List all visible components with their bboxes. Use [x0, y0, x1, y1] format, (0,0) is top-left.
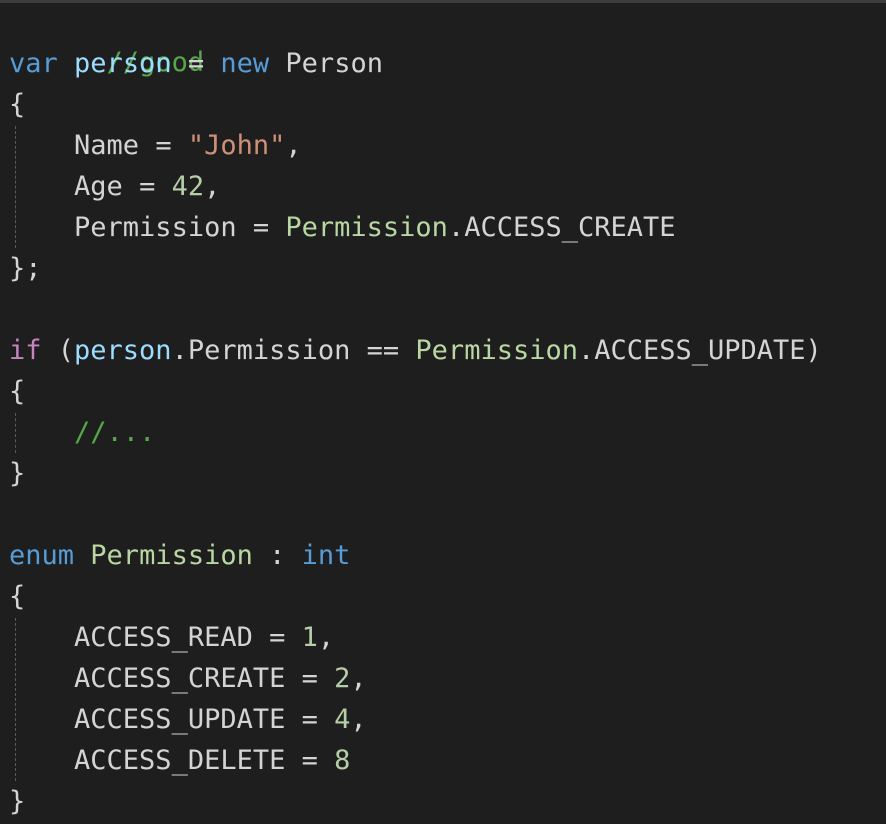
- comment-token: //...: [74, 417, 156, 448]
- code-line-1[interactable]: //good: [9, 3, 205, 78]
- punctuation-token: ,: [204, 171, 221, 202]
- keyword-token: enum: [9, 540, 75, 571]
- member-token: .ACCESS_UPDATE): [577, 335, 822, 366]
- enum-member-token: ACCESS_DELETE: [74, 745, 286, 776]
- code-line-20[interactable]: }: [9, 782, 25, 822]
- code-line-7[interactable]: };: [9, 249, 42, 289]
- code-line-18[interactable]: ACCESS_UPDATE = 4,: [9, 700, 367, 740]
- code-line-2[interactable]: var person = new Person: [9, 44, 383, 84]
- variable-token: person: [74, 335, 172, 366]
- number-token: 1: [301, 622, 318, 653]
- keyword-token: if: [9, 335, 42, 366]
- punctuation-token: ,: [350, 663, 367, 694]
- number-token: 4: [334, 704, 351, 735]
- brace-token: {: [9, 376, 26, 407]
- punctuation-token: ,: [285, 130, 302, 161]
- property-token: Permission: [74, 212, 237, 243]
- operator-token: =: [285, 745, 335, 776]
- code-line-9[interactable]: if (person.Permission == Permission.ACCE…: [9, 331, 822, 371]
- type-token: Permission: [90, 540, 253, 571]
- brace-token: }: [9, 458, 26, 489]
- operator-token: =: [139, 130, 188, 161]
- brace-token: }: [9, 786, 26, 817]
- code-line-4[interactable]: Name = "John",: [9, 126, 302, 166]
- keyword-token: new: [220, 48, 270, 79]
- enum-member-token: ACCESS_CREATE: [74, 663, 286, 694]
- code-line-15[interactable]: {: [9, 577, 25, 617]
- operator-token: =: [285, 663, 335, 694]
- number-token: 8: [334, 745, 351, 776]
- paren-token: (: [41, 335, 75, 366]
- punctuation-token: ,: [317, 622, 335, 653]
- punctuation-token: ,: [350, 704, 367, 735]
- code-line-5[interactable]: Age = 42,: [9, 167, 220, 207]
- number-token: 42: [171, 171, 205, 202]
- operator-token: =: [252, 622, 302, 653]
- code-line-17[interactable]: ACCESS_CREATE = 2,: [9, 659, 367, 699]
- member-token: .ACCESS_CREATE: [447, 212, 676, 243]
- operator-token: :: [252, 540, 302, 571]
- enum-member-token: ACCESS_UPDATE: [74, 704, 286, 735]
- operator-token: =: [236, 212, 286, 243]
- number-token: 2: [334, 663, 351, 694]
- brace-token: {: [9, 581, 26, 612]
- code-line-3[interactable]: {: [9, 85, 25, 125]
- property-token: Age: [74, 171, 123, 202]
- property-token: Name: [74, 130, 140, 161]
- code-line-6[interactable]: Permission = Permission.ACCESS_CREATE: [9, 208, 676, 248]
- operator-token: ==: [350, 335, 416, 366]
- variable-token: person: [74, 48, 172, 79]
- code-line-12[interactable]: }: [9, 454, 25, 494]
- code-line-10[interactable]: {: [9, 372, 25, 412]
- brace-token: };: [9, 253, 42, 284]
- code-line-19[interactable]: ACCESS_DELETE = 8: [9, 741, 350, 781]
- brace-token: {: [9, 89, 26, 120]
- operator-token: =: [122, 171, 172, 202]
- enum-member-token: ACCESS_READ: [74, 622, 253, 653]
- code-line-14[interactable]: enum Permission : int: [9, 536, 350, 576]
- string-token: "John": [187, 130, 286, 161]
- code-line-16[interactable]: ACCESS_READ = 1,: [9, 618, 334, 658]
- code-line-11[interactable]: //...: [9, 413, 155, 453]
- type-token: Permission: [415, 335, 578, 366]
- operator-token: =: [285, 704, 335, 735]
- code-editor[interactable]: //good var person = new Person { Name = …: [0, 0, 886, 824]
- operator-token: =: [171, 48, 221, 79]
- keyword-token: int: [301, 540, 351, 571]
- member-token: .Permission: [171, 335, 351, 366]
- type-token: Permission: [285, 212, 448, 243]
- keyword-token: var: [9, 48, 58, 79]
- type-token: Person: [285, 48, 383, 79]
